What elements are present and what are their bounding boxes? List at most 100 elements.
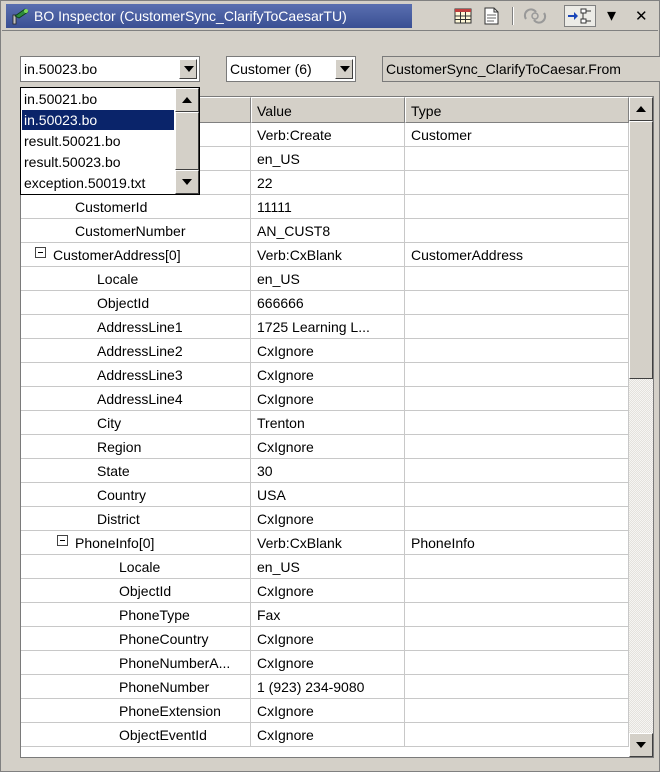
row-value-cell[interactable]: 22 xyxy=(251,171,405,195)
dropdown-option[interactable]: exception.50019.txt xyxy=(22,173,174,193)
row-type-cell xyxy=(405,339,629,363)
table-row[interactable]: PhoneExtension CxIgnore xyxy=(21,699,629,723)
table-row[interactable]: CustomerAddress[0] Verb:CxBlank CustomerAd… xyxy=(21,243,629,267)
row-value-cell[interactable]: CxIgnore xyxy=(251,579,405,603)
row-value-cell[interactable]: CxIgnore xyxy=(251,507,405,531)
row-name-cell: Country xyxy=(21,483,251,507)
table-row[interactable]: PhoneInfo[0] Verb:CxBlank PhoneInfo xyxy=(21,531,629,555)
row-value-cell[interactable]: USA xyxy=(251,483,405,507)
row-value-cell[interactable]: 1 (923) 234-9080 xyxy=(251,675,405,699)
row-name: CustomerId xyxy=(75,199,148,215)
row-name-cell: District xyxy=(21,507,251,531)
row-name: AddressLine4 xyxy=(97,391,183,407)
table-row[interactable]: AddressLine3 CxIgnore xyxy=(21,363,629,387)
collapse-icon[interactable] xyxy=(57,535,68,546)
table-row[interactable]: Locale en_US xyxy=(21,267,629,291)
row-value: CxIgnore xyxy=(257,703,314,719)
chevron-down-icon[interactable] xyxy=(335,59,353,79)
row-value-cell[interactable]: CxIgnore xyxy=(251,627,405,651)
row-value-cell[interactable]: Verb:CxBlank xyxy=(251,531,405,555)
row-value-cell[interactable]: CxIgnore xyxy=(251,723,405,747)
scroll-up-icon[interactable] xyxy=(175,88,199,112)
table-row[interactable]: CustomerId 11111 xyxy=(21,195,629,219)
row-type-cell xyxy=(405,315,629,339)
path-field[interactable]: CustomerSync_ClarifyToCaesar.From xyxy=(382,56,660,82)
row-name-cell: PhoneNumber xyxy=(21,675,251,699)
row-value-cell[interactable]: Verb:Create xyxy=(251,123,405,147)
row-type-cell xyxy=(405,555,629,579)
row-value-cell[interactable]: 11111 xyxy=(251,195,405,219)
scroll-down-icon[interactable] xyxy=(629,733,653,757)
document-view-icon[interactable] xyxy=(480,5,502,27)
row-type-cell xyxy=(405,171,629,195)
table-row[interactable]: ObjectEventId CxIgnore xyxy=(21,723,629,747)
table-row[interactable]: Locale en_US xyxy=(21,555,629,579)
row-value: CxIgnore xyxy=(257,343,314,359)
scroll-down-icon[interactable] xyxy=(175,170,199,194)
column-header-type[interactable]: Type xyxy=(405,97,629,123)
table-row[interactable]: AddressLine2 CxIgnore xyxy=(21,339,629,363)
dropdown-scrollbar[interactable] xyxy=(175,88,199,194)
row-value-cell[interactable]: en_US xyxy=(251,267,405,291)
row-type-cell xyxy=(405,363,629,387)
table-row[interactable]: State 30 xyxy=(21,459,629,483)
view-menu-icon[interactable]: ▾ xyxy=(602,5,624,27)
dropdown-option-label: in.50023.bo xyxy=(24,112,98,128)
row-type-cell xyxy=(405,147,629,171)
dropdown-scrollbar-thumb[interactable] xyxy=(175,112,199,170)
row-value-cell[interactable]: CxIgnore xyxy=(251,363,405,387)
row-value-cell[interactable]: 30 xyxy=(251,459,405,483)
flow-arrow-icon[interactable] xyxy=(564,5,596,27)
row-value-cell[interactable]: CxIgnore xyxy=(251,651,405,675)
table-row[interactable]: PhoneCountry CxIgnore xyxy=(21,627,629,651)
file-select[interactable]: in.50023.bo xyxy=(20,56,200,82)
row-value-cell[interactable]: CxIgnore xyxy=(251,387,405,411)
table-row[interactable]: City Trenton xyxy=(21,411,629,435)
row-value-cell[interactable]: Trenton xyxy=(251,411,405,435)
row-value-cell[interactable]: AN_CUST8 xyxy=(251,219,405,243)
table-row[interactable]: ObjectId CxIgnore xyxy=(21,579,629,603)
table-row[interactable]: PhoneType Fax xyxy=(21,603,629,627)
table-row[interactable]: AddressLine4 CxIgnore xyxy=(21,387,629,411)
row-value: CxIgnore xyxy=(257,391,314,407)
scrollbar-thumb[interactable] xyxy=(629,121,653,379)
view-title-tab[interactable]: BO Inspector (CustomerSync_ClarifyToCaes… xyxy=(6,4,412,28)
row-value-cell[interactable]: en_US xyxy=(251,147,405,171)
row-value-cell[interactable]: CxIgnore xyxy=(251,339,405,363)
table-row[interactable]: CustomerNumber AN_CUST8 xyxy=(21,219,629,243)
row-value-cell[interactable]: Verb:CxBlank xyxy=(251,243,405,267)
scroll-up-icon[interactable] xyxy=(629,97,653,121)
dropdown-option[interactable]: in.50021.bo xyxy=(22,89,174,109)
row-name: Country xyxy=(97,487,147,503)
row-value-cell[interactable]: 1725 Learning L... xyxy=(251,315,405,339)
column-header-value[interactable]: Value xyxy=(251,97,405,123)
path-field-value: CustomerSync_ClarifyToCaesar.From xyxy=(386,61,621,77)
row-value: 1 (923) 234-9080 xyxy=(257,679,365,695)
row-value-cell[interactable]: en_US xyxy=(251,555,405,579)
close-icon[interactable]: ✕ xyxy=(630,5,652,27)
dropdown-option[interactable]: in.50023.bo xyxy=(22,110,174,130)
row-value-cell[interactable]: CxIgnore xyxy=(251,699,405,723)
table-row[interactable]: PhoneNumber 1 (923) 234-9080 xyxy=(21,675,629,699)
row-value-cell[interactable]: 666666 xyxy=(251,291,405,315)
table-row[interactable]: AddressLine1 1725 Learning L... xyxy=(21,315,629,339)
row-type: Customer xyxy=(411,127,472,143)
dropdown-option[interactable]: result.50021.bo xyxy=(22,131,174,151)
row-value: Trenton xyxy=(257,415,305,431)
table-row[interactable]: District CxIgnore xyxy=(21,507,629,531)
table-row[interactable]: Region CxIgnore xyxy=(21,435,629,459)
chevron-down-icon[interactable] xyxy=(179,59,197,79)
row-value-cell[interactable]: CxIgnore xyxy=(251,435,405,459)
title-bar: BO Inspector (CustomerSync_ClarifyToCaes… xyxy=(2,2,658,31)
type-select[interactable]: Customer (6) xyxy=(226,56,356,82)
row-value-cell[interactable]: Fax xyxy=(251,603,405,627)
table-row[interactable]: Country USA xyxy=(21,483,629,507)
collapse-icon[interactable] xyxy=(35,247,46,258)
table-row[interactable]: ObjectId 666666 xyxy=(21,291,629,315)
table-row[interactable]: PhoneNumberA... CxIgnore xyxy=(21,651,629,675)
table-view-icon[interactable] xyxy=(452,5,474,27)
refresh-link-icon[interactable] xyxy=(522,5,547,27)
vertical-scrollbar[interactable] xyxy=(629,97,653,757)
dropdown-option[interactable]: result.50023.bo xyxy=(22,152,174,172)
dropdown-option-label: result.50023.bo xyxy=(24,154,121,170)
